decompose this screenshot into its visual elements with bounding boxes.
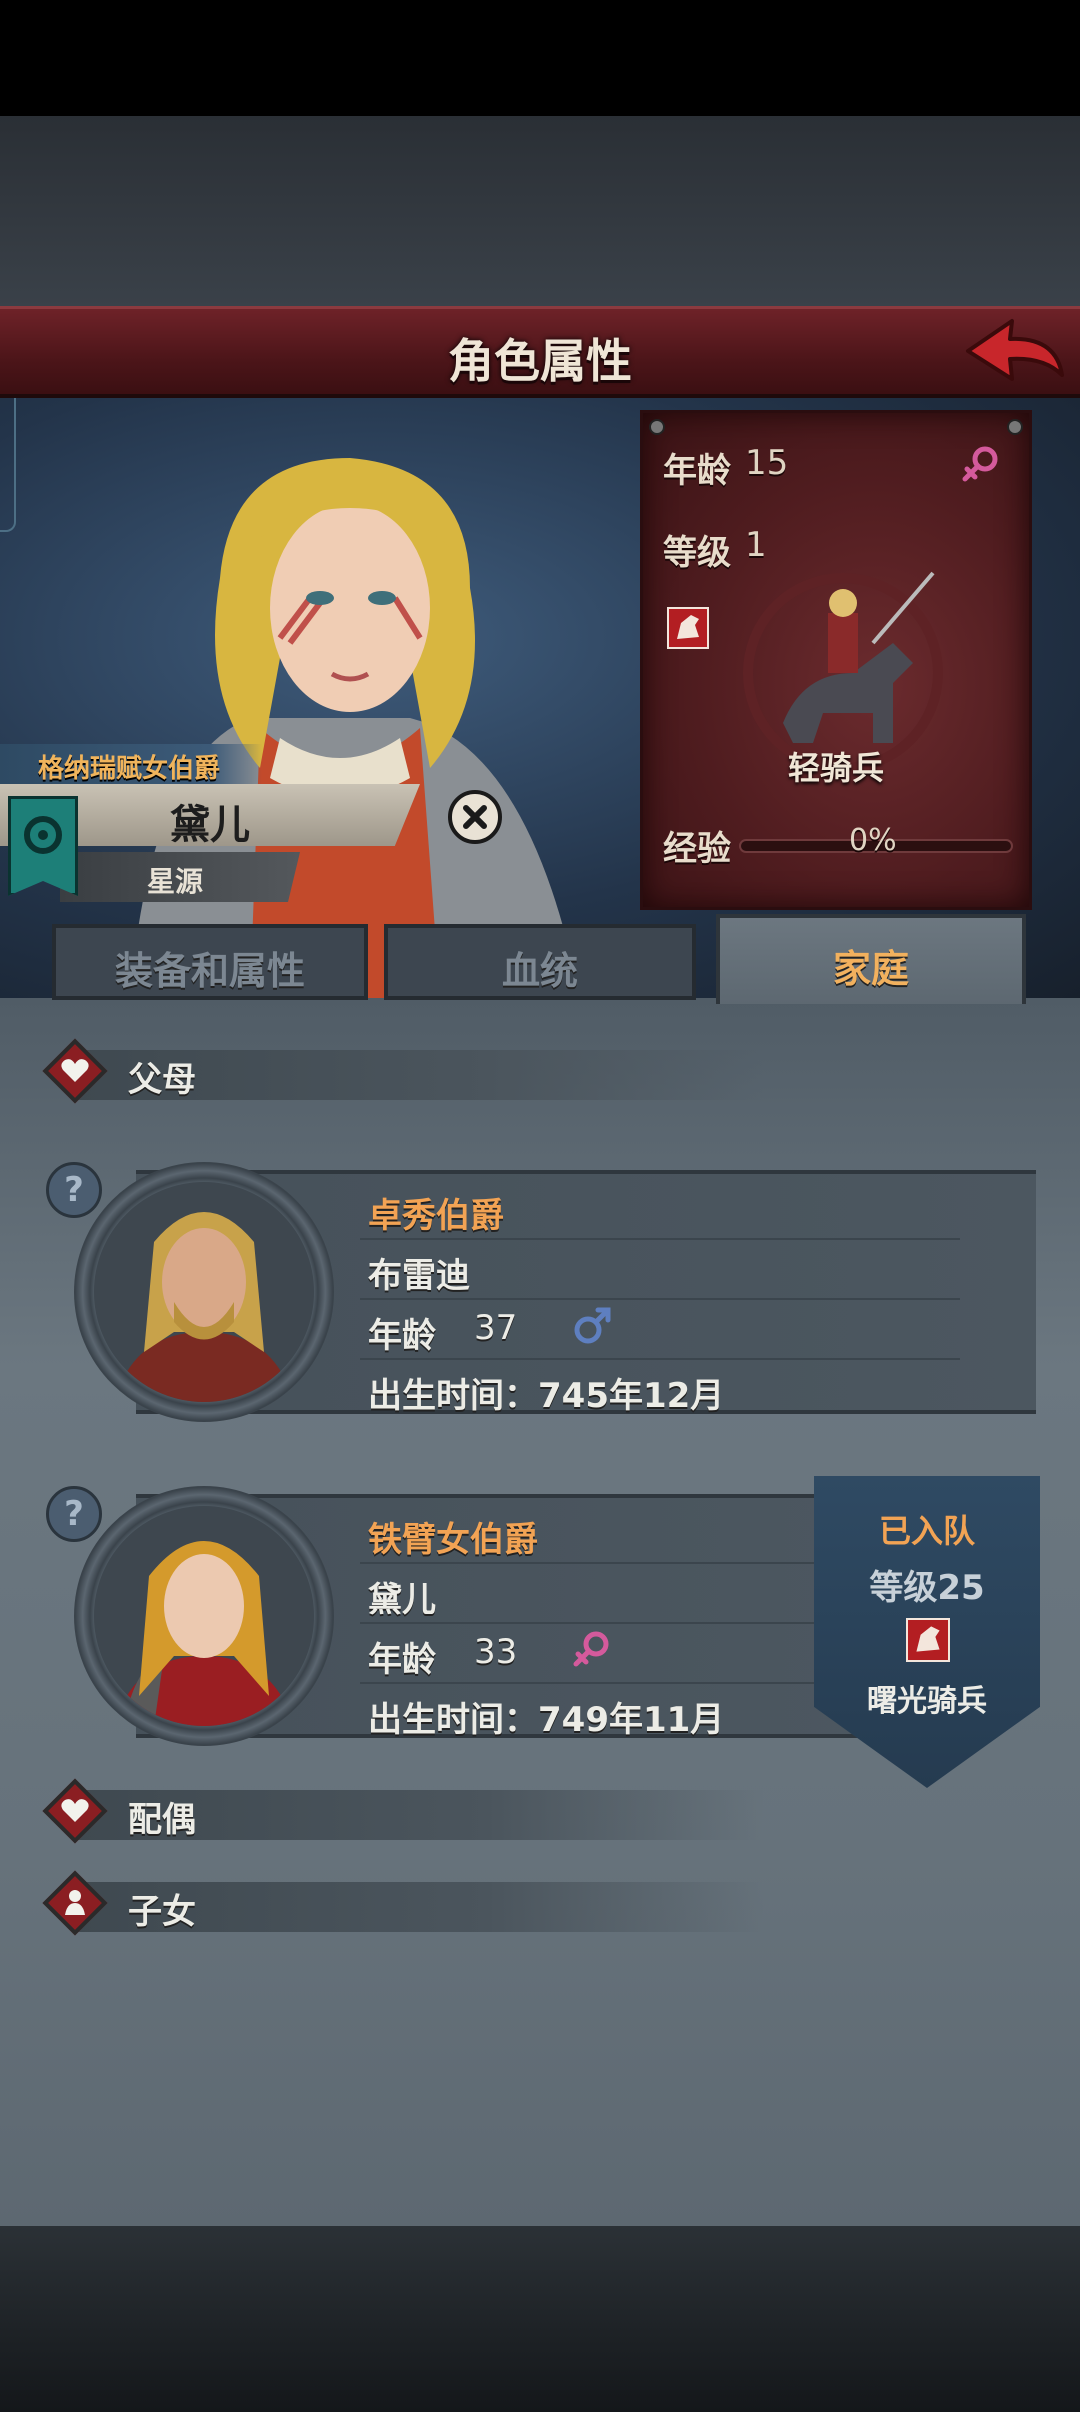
parent-card-father[interactable]: ? 卓秀伯爵 布雷迪 年龄 37 出生时间：745年12月 [46, 1154, 1036, 1422]
divider [360, 1358, 960, 1360]
dismiss-button[interactable] [448, 790, 502, 844]
divider [360, 1562, 860, 1564]
divider [360, 1622, 860, 1624]
section-parents: 父母 [42, 1038, 764, 1104]
tab-label: 血统 [501, 949, 578, 993]
close-icon [463, 805, 487, 829]
father-portrait [94, 1182, 314, 1402]
faction-banner-icon [8, 796, 78, 896]
tab-bloodline[interactable]: 血统 [384, 924, 696, 1000]
origin-plate: 星源 [60, 852, 300, 902]
section-children: 子女 [42, 1870, 764, 1936]
side-drawer-handle[interactable] [0, 398, 16, 532]
female-icon [962, 446, 998, 482]
section-spouse: 配偶 [42, 1778, 764, 1844]
character-origin: 星源 [146, 865, 203, 898]
exp-label: 经验 [663, 829, 731, 869]
parent-birth: 出生时间：749年11月 [368, 1700, 725, 1740]
header-backdrop [0, 116, 1080, 306]
parent-age-value: 33 [474, 1632, 518, 1672]
heart-glyph [61, 1799, 89, 1822]
tab-label: 家庭 [832, 947, 909, 991]
status-bar-area [0, 0, 1080, 116]
parent-name: 黛儿 [368, 1580, 436, 1620]
mother-portrait [94, 1506, 314, 1726]
rivet [649, 419, 665, 435]
tab-equipment-attributes[interactable]: 装备和属性 [52, 924, 368, 1000]
parent-age-value: 37 [474, 1308, 518, 1348]
parent-age-label: 年龄 [368, 1640, 436, 1680]
parent-age-label: 年龄 [368, 1316, 436, 1356]
title-bar: 角色属性 [0, 306, 1080, 398]
divider [360, 1298, 960, 1300]
section-label: 子女 [128, 1892, 196, 1932]
parent-birth: 出生时间：745年12月 [368, 1376, 725, 1416]
team-unit: 曙光骑兵 [867, 1684, 987, 1719]
character-title-plate: 格纳瑞赋女伯爵 [0, 744, 262, 784]
question-mark-icon[interactable]: ? [46, 1486, 102, 1542]
horse-unit-icon [667, 607, 709, 649]
cavalry-unit-figure [743, 571, 943, 773]
tab-family[interactable]: 家庭 [716, 914, 1026, 1004]
page-title: 角色属性 [448, 334, 632, 388]
back-arrow-icon[interactable] [960, 313, 1070, 393]
team-status-banner: 已入队 等级25 曙光骑兵 [814, 1476, 1040, 1788]
parent-title: 卓秀伯爵 [368, 1196, 504, 1236]
female-icon [573, 1631, 609, 1667]
child-glyph [65, 1890, 85, 1915]
divider [360, 1682, 860, 1684]
section-label: 父母 [128, 1060, 196, 1100]
male-icon [574, 1307, 611, 1344]
heart-glyph [61, 1059, 89, 1082]
character-title: 格纳瑞赋女伯爵 [38, 754, 221, 784]
tab-label: 装备和属性 [114, 949, 305, 993]
level-label: 等级 [663, 533, 731, 573]
question-mark-icon[interactable]: ? [46, 1162, 102, 1218]
bottom-navigation-area [0, 2226, 1080, 2412]
exp-value: 0% [849, 823, 897, 858]
divider [360, 1238, 960, 1240]
age-value: 15 [745, 443, 789, 483]
section-label: 配偶 [128, 1800, 196, 1840]
rivet [1007, 419, 1023, 435]
tab-bar: 装备和属性 血统 家庭 [0, 914, 1080, 1004]
unit-type-label: 轻骑兵 [787, 749, 884, 787]
horse-unit-icon [906, 1618, 950, 1662]
team-level: 等级25 [869, 1568, 985, 1608]
team-status: 已入队 [878, 1512, 975, 1550]
age-label: 年龄 [663, 451, 731, 491]
stats-panel: 年龄 15 等级 1 轻骑兵 经验 0% [640, 410, 1032, 910]
parent-title: 铁臂女伯爵 [368, 1520, 538, 1560]
parent-name: 布雷迪 [368, 1256, 470, 1296]
